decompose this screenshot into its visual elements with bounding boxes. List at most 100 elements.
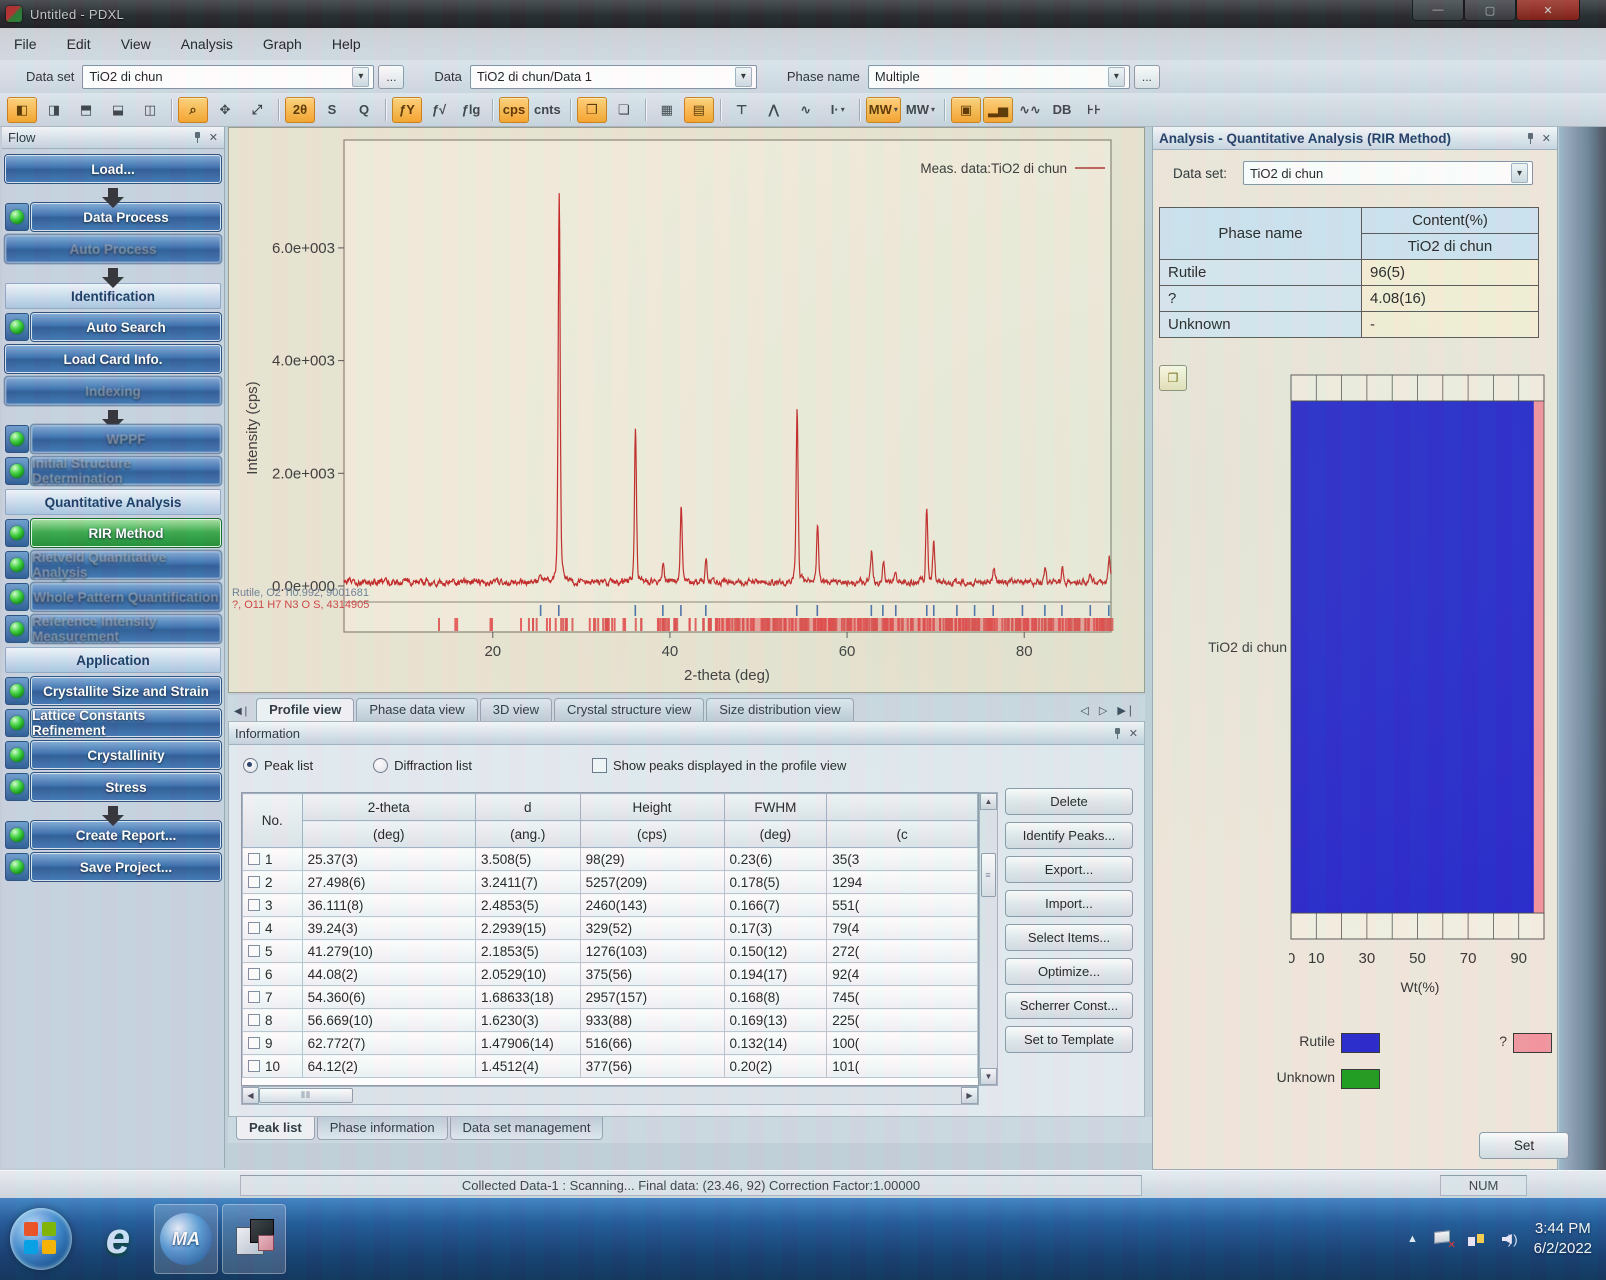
- layout-three-pane-icon[interactable]: ⬓: [103, 97, 133, 123]
- unit-cps-icon[interactable]: cps: [499, 97, 529, 123]
- volume-icon[interactable]: ) ): [1502, 1232, 1518, 1247]
- peak-search-icon[interactable]: ⋀: [759, 97, 789, 123]
- table-row[interactable]: 754.360(6)1.68633(18)2957(157)0.168(8)74…: [243, 986, 978, 1009]
- row-checkbox[interactable]: [248, 968, 260, 980]
- row-checkbox[interactable]: [248, 899, 260, 911]
- peak-list-radio[interactable]: [243, 758, 258, 773]
- database-view-icon[interactable]: DB: [1047, 97, 1077, 123]
- flow-button-data-process[interactable]: Data Process: [31, 203, 221, 231]
- menu-edit[interactable]: Edit: [67, 36, 91, 52]
- maximize-button[interactable]: ▢: [1464, 0, 1516, 21]
- peak-list-table[interactable]: No.2-thetadHeightFWHM(deg)(ang.)(cps)(de…: [242, 793, 978, 1078]
- flow-led-button[interactable]: [5, 519, 29, 547]
- close-icon[interactable]: ✕: [1542, 132, 1551, 145]
- analysis-dataset-combo[interactable]: TiO2 di chun▾: [1243, 161, 1533, 185]
- table-row[interactable]: 336.111(8)2.4853(5)2460(143)0.166(7)551(: [243, 894, 978, 917]
- table-row[interactable]: 541.279(10)2.1853(5)1276(103)0.150(12)27…: [243, 940, 978, 963]
- close-button[interactable]: ✕: [1516, 0, 1580, 21]
- flow-button-auto-search[interactable]: Auto Search: [31, 313, 221, 341]
- flow-led-button[interactable]: [5, 709, 29, 737]
- select-items--button[interactable]: Select Items...: [1005, 924, 1133, 951]
- chevron-down-icon[interactable]: ▾: [735, 67, 752, 87]
- fit-view-icon[interactable]: ⤢: [242, 97, 272, 123]
- row-checkbox[interactable]: [248, 991, 260, 1003]
- taskbar-internet-explorer[interactable]: e: [86, 1204, 150, 1274]
- menu-graph[interactable]: Graph: [263, 36, 302, 52]
- flow-button-stress[interactable]: Stress: [31, 773, 221, 801]
- chevron-down-icon[interactable]: ▾: [352, 67, 369, 87]
- pan-tool-icon[interactable]: ✥: [210, 97, 240, 123]
- flow-button-create-report-[interactable]: Create Report...: [31, 821, 221, 849]
- network-status-icon[interactable]: [1468, 1232, 1486, 1246]
- flow-button-lattice-constants-refinement[interactable]: Lattice Constants Refinement: [31, 709, 221, 737]
- pin-icon[interactable]: [1527, 133, 1534, 144]
- row-checkbox[interactable]: [248, 945, 260, 957]
- stick-pattern-icon[interactable]: I·▾: [823, 97, 853, 123]
- peak-table-horizontal-scrollbar[interactable]: ◀ ⦀⦀ ▶: [241, 1086, 979, 1105]
- flow-led-button[interactable]: [5, 853, 29, 881]
- flow-button-save-project-[interactable]: Save Project...: [31, 853, 221, 881]
- scherrer-const--button[interactable]: Scherrer Const...: [1005, 992, 1133, 1019]
- bottom-tab-phase-information[interactable]: Phase information: [317, 1117, 448, 1140]
- menu-analysis[interactable]: Analysis: [181, 36, 233, 52]
- scroll-left-icon[interactable]: ◀: [242, 1087, 259, 1104]
- scale-linear-icon[interactable]: ƒY: [392, 97, 422, 123]
- flow-led-button[interactable]: [5, 551, 29, 579]
- identify-peaks--button[interactable]: Identify Peaks...: [1005, 822, 1133, 849]
- import--button[interactable]: Import...: [1005, 890, 1133, 917]
- flow-led-button[interactable]: [5, 457, 29, 485]
- histogram-view-icon[interactable]: ▂▅: [983, 97, 1013, 123]
- bottom-tab-data-set-management[interactable]: Data set management: [450, 1117, 604, 1140]
- tab-nav-prev-icon[interactable]: ◁: [1080, 704, 1088, 717]
- taskbar-ma-app[interactable]: MA: [154, 1204, 218, 1274]
- scroll-up-icon[interactable]: ▲: [980, 793, 997, 810]
- data-combo[interactable]: TiO2 di chun/Data 1▾: [470, 65, 757, 89]
- tab-crystal-structure-view[interactable]: Crystal structure view: [554, 698, 704, 721]
- copy-chart-icon[interactable]: ❐: [1159, 365, 1187, 391]
- overlay-patterns-icon[interactable]: MW▾: [866, 97, 901, 123]
- set-to-template-button[interactable]: Set to Template: [1005, 1026, 1133, 1053]
- tab-3d-view[interactable]: 3D view: [480, 698, 552, 721]
- start-button[interactable]: [10, 1208, 72, 1270]
- peak-top-marker-icon[interactable]: ⊤: [727, 97, 757, 123]
- peak-table-vertical-scrollbar[interactable]: ▲ ≡ ▼: [979, 792, 998, 1086]
- diffraction-list-radio[interactable]: [373, 758, 388, 773]
- bottom-tab-peak-list[interactable]: Peak list: [236, 1117, 315, 1140]
- flow-led-button[interactable]: [5, 773, 29, 801]
- grid-toggle-icon[interactable]: ▦: [652, 97, 682, 123]
- flow-led-button[interactable]: [5, 741, 29, 769]
- flow-button-load-[interactable]: Load...: [5, 155, 221, 183]
- tab-size-distribution-view[interactable]: Size distribution view: [706, 698, 853, 721]
- layout-single-view-icon[interactable]: ◧: [7, 97, 37, 123]
- ruler-tool-icon[interactable]: ⊦⊦: [1079, 97, 1109, 123]
- table-row[interactable]: 856.669(10)1.6230(3)933(88)0.169(13)225(: [243, 1009, 978, 1032]
- tab-nav-first-icon[interactable]: ◀❘: [228, 706, 256, 721]
- pin-icon[interactable]: [1114, 728, 1121, 739]
- export--button[interactable]: Export...: [1005, 856, 1133, 883]
- axis-q-icon[interactable]: Q: [349, 97, 379, 123]
- wave-view-icon[interactable]: ∿∿: [1015, 97, 1045, 123]
- flow-button-crystallinity[interactable]: Crystallinity: [31, 741, 221, 769]
- layout-two-vertical-icon[interactable]: ◨: [39, 97, 69, 123]
- row-checkbox[interactable]: [248, 876, 260, 888]
- zoom-tool-icon[interactable]: ⌕: [178, 97, 208, 123]
- flow-button-crystallite-size-and-strain[interactable]: Crystallite Size and Strain: [31, 677, 221, 705]
- minimize-button[interactable]: —: [1412, 0, 1464, 21]
- action-center-flag-icon[interactable]: [1434, 1231, 1452, 1247]
- layout-four-pane-icon[interactable]: ◫: [135, 97, 165, 123]
- flow-led-button[interactable]: [5, 615, 29, 643]
- phase-name-combo[interactable]: Multiple▾: [868, 65, 1130, 89]
- flow-led-button[interactable]: [5, 677, 29, 705]
- menu-view[interactable]: View: [121, 36, 151, 52]
- tab-nav-last-icon[interactable]: ▶❘: [1117, 704, 1135, 717]
- chevron-down-icon[interactable]: ▾: [1108, 67, 1125, 87]
- table-row[interactable]: 1064.12(2)1.4512(4)377(56)0.20(2)101(: [243, 1055, 978, 1078]
- panel-toggle-icon[interactable]: ▣: [951, 97, 981, 123]
- flow-led-button[interactable]: [5, 425, 29, 453]
- scale-log-icon[interactable]: ƒlg: [456, 97, 486, 123]
- table-row[interactable]: 125.37(3)3.508(5)98(29)0.23(6)35(3: [243, 848, 978, 871]
- horizontal-scroll-thumb[interactable]: ⦀⦀: [259, 1088, 353, 1103]
- table-row[interactable]: 644.08(2)2.0529(10)375(56)0.194(17)92(4: [243, 963, 978, 986]
- taskbar-clock[interactable]: 3:44 PM 6/2/2022: [1534, 1219, 1592, 1259]
- tray-expand-icon[interactable]: ▲: [1407, 1233, 1418, 1245]
